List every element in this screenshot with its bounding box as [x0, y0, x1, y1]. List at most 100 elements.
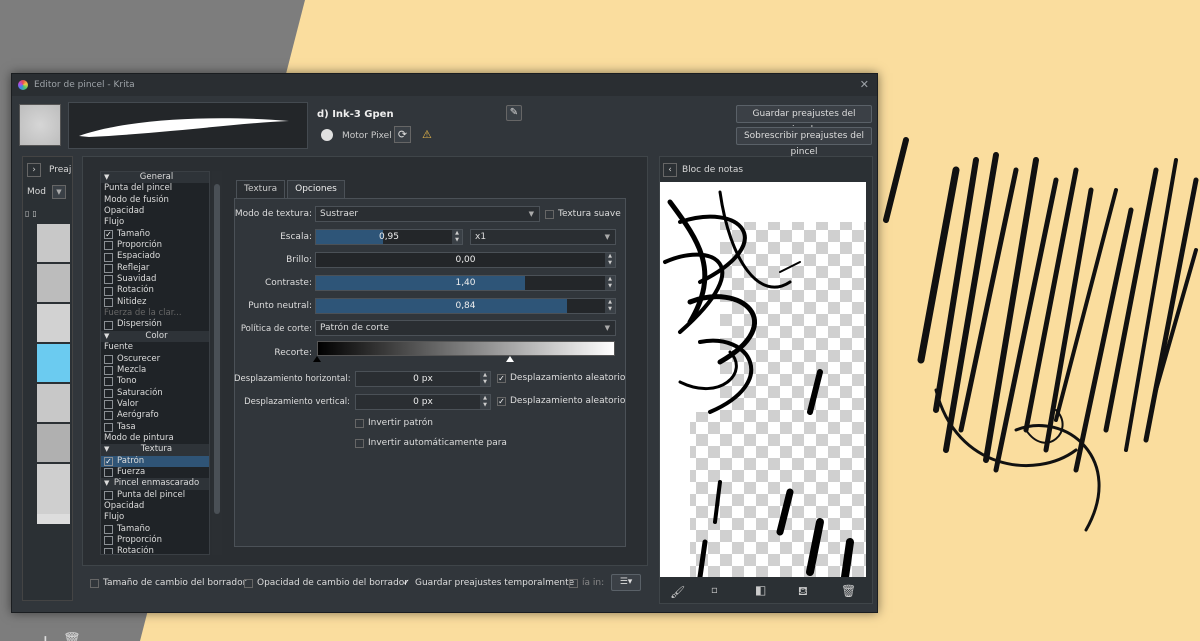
checkbox-box[interactable] — [104, 320, 113, 330]
brush-options-list[interactable]: ▼ General Punta del pincel Modo de fusión Op… — [100, 171, 210, 555]
options-list-item[interactable]: Opacidad — [101, 206, 209, 217]
vertical-random-checkbox[interactable]: ✓ Desplazamiento aleatorio — [497, 396, 625, 406]
spin-arrows-icon[interactable]: ▲ ▼ — [605, 276, 615, 290]
mode-dropdown[interactable]: ▼ — [52, 185, 66, 199]
checkbox-box[interactable] — [104, 547, 113, 554]
checkbox-box[interactable] — [104, 536, 113, 546]
cut-policy-dropdown[interactable]: Patrón de corte ▼ — [315, 320, 616, 336]
expand-triangle-icon[interactable]: ▼ — [104, 331, 109, 342]
checkbox-box[interactable] — [104, 468, 113, 478]
options-list-item[interactable]: Tamaño — [101, 524, 209, 535]
options-list-item[interactable]: Tasa — [101, 422, 209, 433]
checkbox-box[interactable] — [104, 524, 113, 534]
soft-texture-checkbox[interactable]: Textura suave — [545, 209, 621, 219]
scale-slider[interactable]: 0,95 ▲ ▼ — [315, 229, 463, 245]
checkbox-box[interactable] — [104, 377, 113, 387]
checkbox-box[interactable]: ✓ — [497, 373, 506, 383]
checkbox-box[interactable] — [569, 578, 578, 588]
trash-icon[interactable]: 🗑 — [841, 584, 856, 598]
expand-triangle-icon[interactable]: ▼ — [104, 444, 109, 455]
preset-thumb[interactable] — [37, 384, 70, 424]
preset-thumb[interactable] — [37, 264, 70, 304]
cutoff-left-handle[interactable] — [313, 356, 321, 362]
checkbox-box[interactable]: ✓ — [104, 229, 113, 239]
options-list-item[interactable]: Valor — [101, 399, 209, 410]
checkbox-box[interactable] — [104, 252, 113, 262]
spin-arrows-icon[interactable]: ▲ ▼ — [480, 372, 490, 386]
options-list-item[interactable]: Rotación — [101, 285, 209, 296]
preset-thumb[interactable] — [37, 304, 70, 344]
overwrite-preset-button[interactable]: Sobrescribir preajustes del pincel — [736, 127, 872, 157]
checkbox-box[interactable]: ✓ — [402, 578, 411, 588]
checkbox-box[interactable] — [104, 354, 113, 364]
options-list-item[interactable]: Proporción — [101, 240, 209, 251]
menu-hamburger-icon[interactable]: ☰▾ — [611, 574, 641, 591]
checkbox-box[interactable] — [104, 411, 113, 421]
options-list-item[interactable]: Suavidad — [101, 274, 209, 285]
expand-triangle-icon[interactable]: ▼ — [104, 478, 109, 489]
options-section-header[interactable]: ▼ General — [101, 172, 209, 184]
checkbox-box[interactable] — [104, 388, 113, 398]
vertical-offset-spinbox[interactable]: 0 px ▲ ▼ — [355, 394, 491, 410]
spin-arrows-icon[interactable]: ▲ ▼ — [605, 299, 615, 313]
options-list-item[interactable]: Reflejar — [101, 263, 209, 274]
notepad-canvas[interactable] — [660, 182, 866, 577]
options-list-item[interactable]: Nitidez — [101, 297, 209, 308]
preset-thumb[interactable] — [37, 224, 70, 264]
checkbox-box[interactable] — [355, 418, 364, 428]
scale-multiplier-dropdown[interactable]: x1 ▼ — [470, 229, 616, 245]
options-list-item[interactable]: ✓ Patrón — [101, 455, 209, 467]
preset-thumb[interactable] — [37, 464, 70, 514]
tab-options[interactable]: Opciones — [287, 180, 345, 198]
checkbox-box[interactable] — [104, 286, 113, 296]
new-page-icon[interactable]: ▫ — [711, 585, 718, 596]
trash-icon[interactable]: 🗑 — [63, 632, 81, 641]
expand-triangle-icon[interactable]: ▼ — [104, 172, 109, 183]
invert-pattern-checkbox[interactable]: Invertir patrón — [355, 418, 433, 428]
brightness-slider[interactable]: 0,00 ▲ ▼ — [315, 252, 616, 268]
add-icon[interactable]: + — [37, 630, 54, 641]
eraser-opacity-checkbox[interactable]: Opacidad de cambio del borrador — [244, 578, 408, 588]
checkbox-box[interactable] — [104, 241, 113, 251]
checkbox-box[interactable] — [244, 578, 253, 588]
options-section-header[interactable]: ▼ Pincel enmascarado — [101, 478, 209, 490]
info-icon[interactable]: ▯ — [32, 209, 36, 221]
collapse-chevron-icon[interactable]: ‹ — [663, 163, 677, 177]
cutoff-right-handle[interactable] — [506, 356, 514, 362]
fill-bucket-icon[interactable]: ⛾ — [798, 584, 808, 600]
clipped-checkbox[interactable]: ía in: — [569, 578, 604, 588]
cutoff-gradient-slider[interactable] — [317, 341, 615, 356]
save-preset-button[interactable]: Guardar preajustes del pincel... — [736, 105, 872, 135]
tablet-icon[interactable]: ▯ — [25, 209, 29, 221]
checkbox-box[interactable] — [104, 400, 113, 410]
tab-texture[interactable]: Textura — [236, 180, 286, 198]
brush-thumbnail[interactable] — [19, 104, 61, 146]
options-list-item[interactable]: Proporción — [101, 535, 209, 546]
options-section-header[interactable]: ▼ Color — [101, 330, 209, 343]
options-list-item[interactable]: Dispersión — [101, 319, 209, 330]
options-list-item[interactable]: Fuerza — [101, 467, 209, 478]
edit-pencil-icon[interactable]: ✎ — [506, 105, 522, 121]
texture-mode-dropdown[interactable]: Sustraer ▼ — [315, 206, 540, 222]
options-list-item[interactable]: Rotación — [101, 546, 209, 554]
options-list-item[interactable]: Mezcla — [101, 365, 209, 376]
preset-thumb[interactable] — [37, 424, 70, 464]
options-list-item[interactable]: Punta del pincel — [101, 183, 209, 194]
options-list-item[interactable]: Modo de fusión — [101, 195, 209, 206]
close-icon[interactable]: ✕ — [860, 78, 869, 91]
options-list-item[interactable]: Fuerza de la clar... — [101, 308, 209, 319]
checkbox-box[interactable] — [104, 366, 113, 376]
options-list-item[interactable]: Opacidad — [101, 501, 209, 512]
brush-tool-icon[interactable]: 🖌 — [670, 585, 685, 599]
preset-thumb-selected[interactable] — [37, 344, 70, 384]
gradient-icon[interactable]: ◧ — [755, 583, 766, 597]
options-list-item[interactable]: Fuente — [101, 342, 209, 353]
checkbox-box[interactable] — [104, 275, 113, 285]
options-list-item[interactable]: Aerógrafo — [101, 410, 209, 421]
brush-name[interactable]: d) Ink-3 Gpen — [317, 109, 394, 120]
expand-chevron-icon[interactable]: › — [27, 163, 41, 177]
options-list-item[interactable]: Flujo — [101, 217, 209, 228]
checkbox-box[interactable] — [104, 263, 113, 273]
reload-icon[interactable]: ⟳ — [394, 126, 411, 143]
checkbox-box[interactable] — [545, 209, 554, 219]
